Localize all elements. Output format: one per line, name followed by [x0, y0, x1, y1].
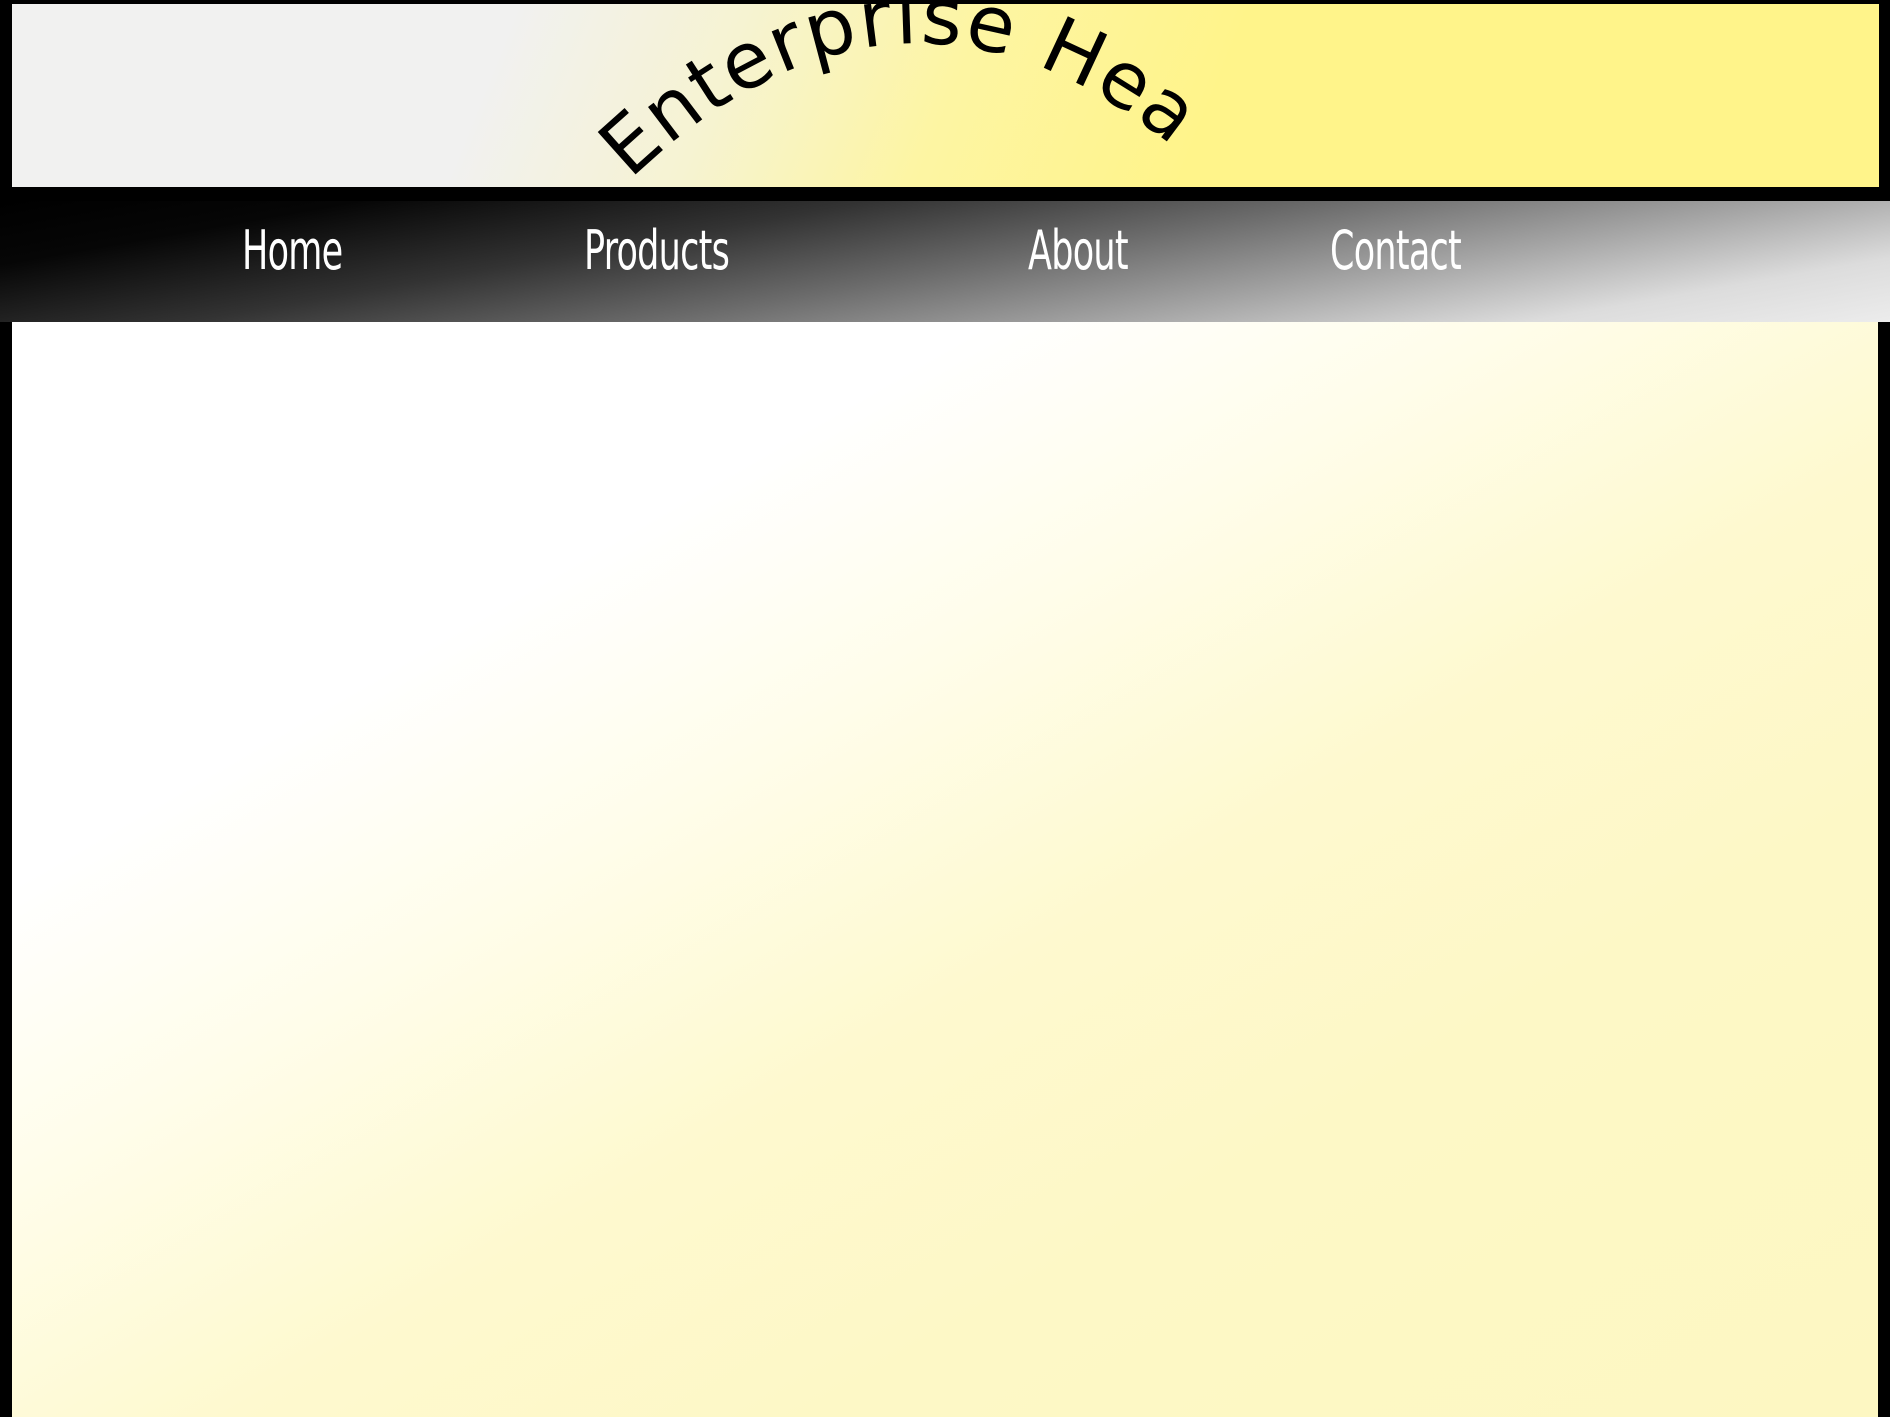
main-nav: Home Products About Contact [0, 201, 1890, 322]
nav-item-home[interactable]: Home [242, 221, 343, 281]
header-title: Enterprise Header [12, 4, 1217, 187]
nav-item-products[interactable]: Products [584, 221, 730, 281]
site-header: Enterprise Header [12, 4, 1879, 187]
nav-item-about[interactable]: About [1028, 221, 1129, 281]
main-content [12, 322, 1878, 1417]
page: Enterprise Header Home Products About Co… [0, 0, 1890, 1417]
nav-item-contact[interactable]: Contact [1330, 221, 1462, 281]
header-title-art: Enterprise Header [12, 4, 1217, 187]
